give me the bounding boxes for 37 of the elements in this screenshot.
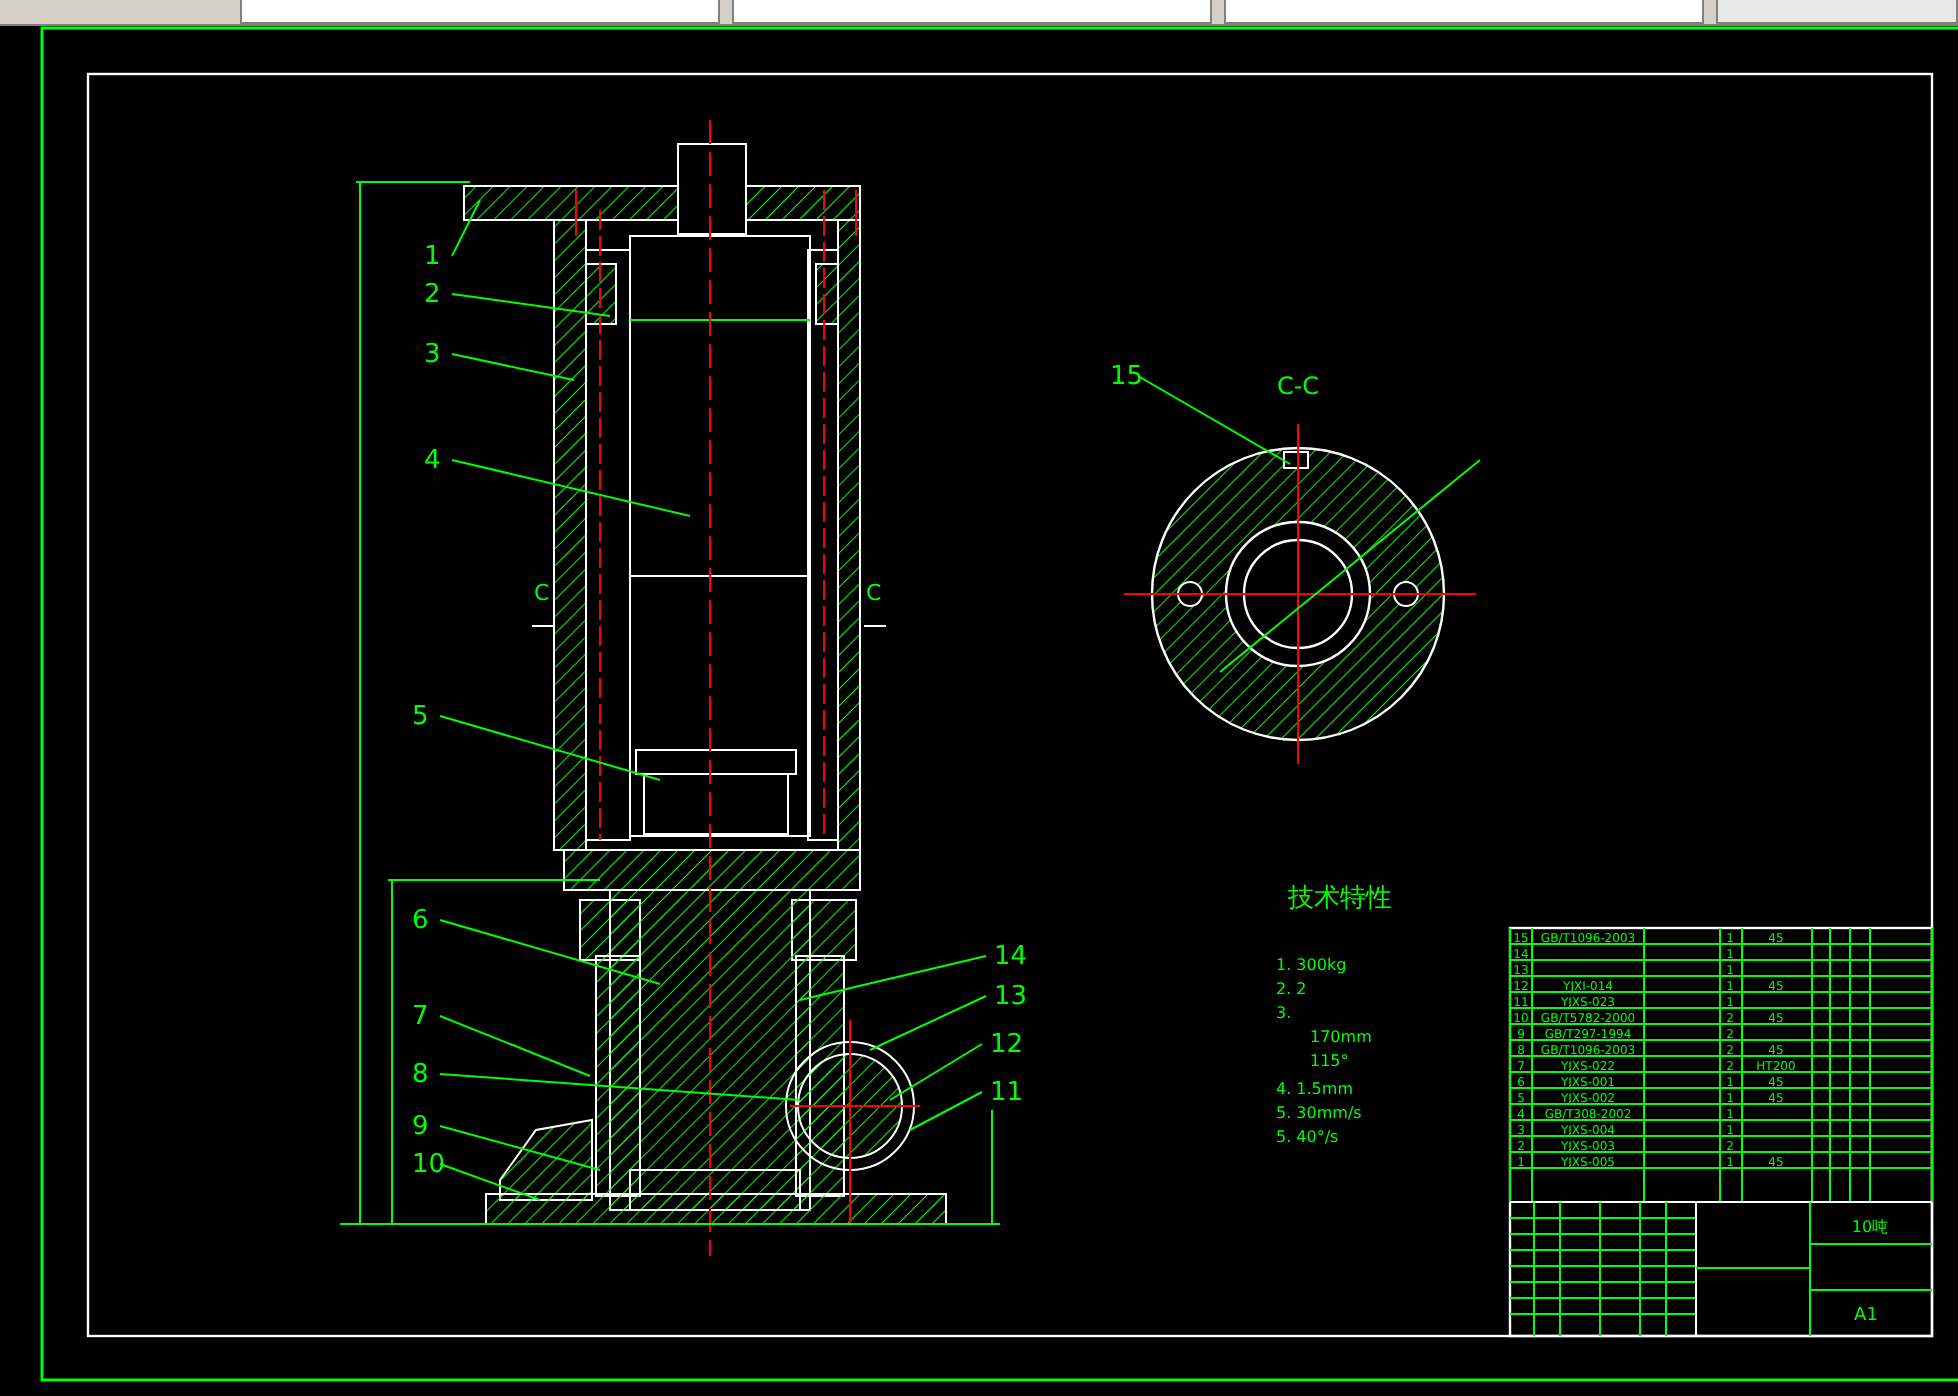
section-mark-label: C <box>534 580 550 606</box>
part-number-label: 13 <box>994 982 1028 1012</box>
part-number-label: 8 <box>412 1060 429 1090</box>
part-number-label: 5 <box>412 702 429 732</box>
part-number-label: 2 <box>424 280 441 310</box>
tech-spec-item: 1. 300kg <box>1276 956 1347 974</box>
part-number-label: 4 <box>424 446 441 476</box>
toolbar-field[interactable] <box>1224 0 1704 24</box>
section-title: C-C <box>1276 372 1320 400</box>
leader-line <box>451 353 575 381</box>
toolbar-field[interactable] <box>732 0 1212 24</box>
section-mark-label: C <box>866 580 882 606</box>
part-number-label: 14 <box>994 942 1028 972</box>
section-cut-line <box>863 625 887 627</box>
tech-spec-item: 4. 1.5mm <box>1276 1080 1353 1098</box>
tech-spec-item: 5. 30mm/s <box>1276 1104 1362 1122</box>
leader-line <box>451 199 481 257</box>
part-number-label: 1 <box>424 242 441 272</box>
tech-spec-item: 5. 40°/s <box>1276 1128 1339 1146</box>
section-cut-line <box>531 625 555 627</box>
part-number-label: 11 <box>990 1078 1024 1108</box>
tech-spec-item: 2. 2 <box>1276 980 1307 998</box>
toolbar-field[interactable] <box>1716 0 1958 24</box>
tech-spec-item: 170mm <box>1310 1028 1372 1046</box>
part-number-label: 10 <box>412 1150 446 1180</box>
toolbar-field[interactable] <box>240 0 720 24</box>
part-number-label: 12 <box>990 1030 1024 1060</box>
part-number-label: 9 <box>412 1112 429 1142</box>
part-number-label: 7 <box>412 1002 429 1032</box>
part-number-label: 15 <box>1110 362 1144 392</box>
tech-spec-item: 115° <box>1310 1052 1349 1070</box>
part-number-label: 6 <box>412 906 429 936</box>
tech-spec-item: 3. <box>1276 1004 1292 1022</box>
tech-spec-title: 技术特性 <box>1288 884 1392 914</box>
drawing-title: 10吨 <box>1851 1218 1889 1236</box>
part-number-label: 3 <box>424 340 441 370</box>
sheet-size: A1 <box>1854 1306 1878 1326</box>
